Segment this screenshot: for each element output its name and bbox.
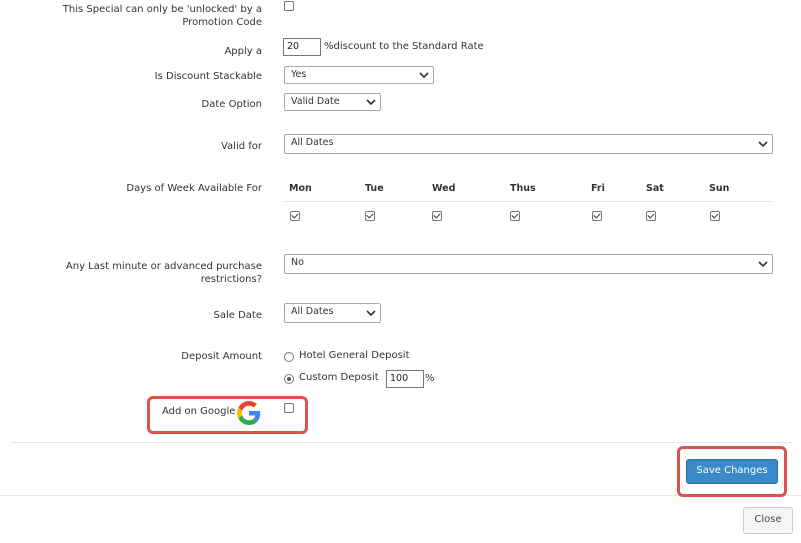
days-divider [284,201,773,202]
day-checkbox-wed[interactable] [432,211,442,221]
day-header-thus: Thus [510,183,536,194]
chevron-down-icon [366,99,376,106]
day-header-sat: Sat [646,183,664,194]
chevron-down-icon [758,261,768,268]
google-icon [237,401,261,425]
form-footer-divider [10,442,791,443]
deposit-custom-label: Custom Deposit [299,372,379,383]
day-checkbox-tue[interactable] [365,211,375,221]
day-checkbox-sun[interactable] [710,211,720,221]
day-checkbox-fri[interactable] [592,211,602,221]
day-header-sun: Sun [709,183,730,194]
day-header-mon: Mon [289,183,312,194]
restrictions-label: Any Last minute or advanced purchase res… [65,261,262,285]
day-checkbox-sat[interactable] [646,211,656,221]
chevron-down-icon [366,310,376,317]
day-checkbox-thus[interactable] [510,211,520,221]
save-changes-button[interactable]: Save Changes [686,459,778,484]
deposit-custom-radio[interactable] [284,374,294,384]
days-label: Days of Week Available For [126,183,262,194]
valid-for-label: Valid for [220,141,262,152]
discount-input[interactable]: 20 [283,38,321,56]
google-label: Add on Google [162,406,236,417]
promo-unlock-label: This Special can only be 'unlocked' by a… [62,4,262,28]
deposit-label: Deposit Amount [181,351,262,362]
promo-unlock-checkbox[interactable] [284,1,294,11]
sale-date-select[interactable]: All Dates [284,303,381,323]
day-checkbox-mon[interactable] [290,211,300,221]
date-option-select[interactable]: Valid Date [284,93,381,111]
sale-date-value: All Dates [291,306,334,317]
day-header-fri: Fri [591,183,605,194]
day-header-wed: Wed [432,183,456,194]
custom-deposit-input[interactable]: 100 [386,370,424,388]
chevron-down-icon [758,141,768,148]
date-option-label: Date Option [201,99,262,110]
day-header-tue: Tue [365,183,384,194]
valid-for-value: All Dates [291,137,334,148]
stackable-label: Is Discount Stackable [154,71,262,82]
apply-label: Apply a [224,46,262,57]
restrictions-value: No [291,257,304,268]
google-checkbox[interactable] [284,403,294,413]
deposit-general-radio[interactable] [284,352,294,362]
sale-date-label: Sale Date [213,310,263,321]
date-option-value: Valid Date [291,96,340,107]
close-button[interactable]: Close [743,507,793,534]
custom-deposit-suffix: % [425,373,435,384]
chevron-down-icon [419,72,429,79]
stackable-value: Yes [291,69,307,80]
discount-suffix: %discount to the Standard Rate [324,41,484,52]
restrictions-select[interactable]: No [284,254,773,274]
deposit-general-label: Hotel General Deposit [299,350,410,361]
valid-for-select[interactable]: All Dates [284,134,773,154]
stackable-select[interactable]: Yes [284,66,434,84]
